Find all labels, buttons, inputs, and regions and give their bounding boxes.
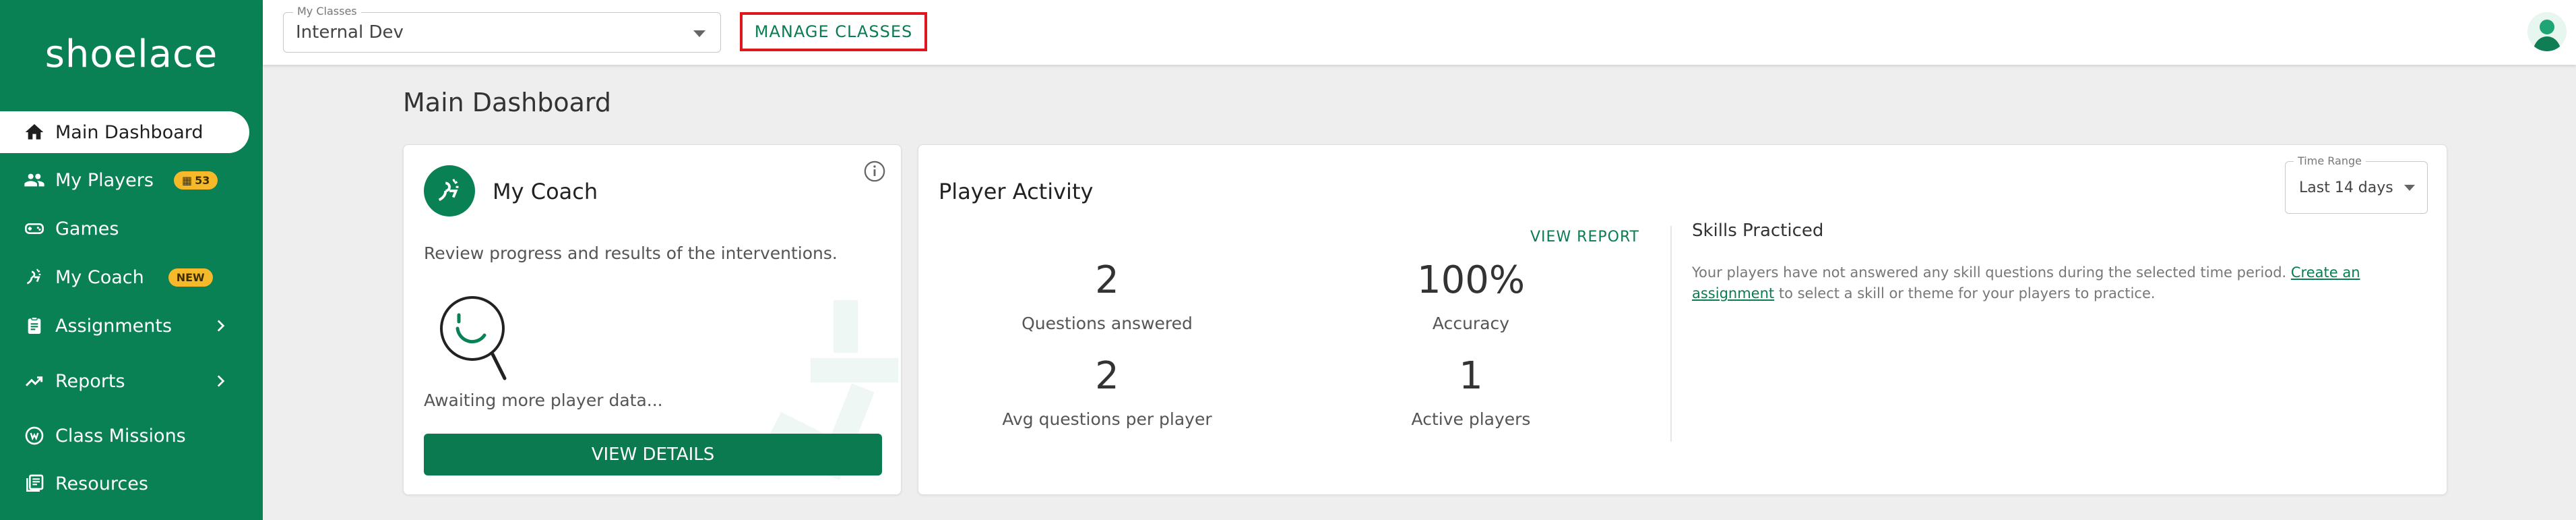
chevron-right-icon <box>217 320 225 332</box>
coach-logo-icon <box>424 165 475 216</box>
sidebar-item-reports[interactable]: Reports <box>0 360 249 402</box>
gamepad-icon <box>23 217 46 240</box>
players-icon <box>23 169 46 192</box>
stat-label: Active players <box>1411 409 1531 429</box>
mission-icon <box>23 424 46 447</box>
sidebar-item-games[interactable]: Games <box>0 208 249 250</box>
time-range-legend: Time Range <box>2294 154 2366 167</box>
coach-icon <box>23 266 46 289</box>
sidebar-item-resources[interactable]: Resources <box>0 463 249 504</box>
coach-status-text: Awaiting more player data... <box>424 391 663 410</box>
class-select-legend: My Classes <box>293 5 361 18</box>
stat-label: Accuracy <box>1432 314 1510 333</box>
stat-value: 2 <box>1095 354 1119 398</box>
trending-up-icon <box>23 370 46 393</box>
sidebar-item-label: Assignments <box>55 315 172 337</box>
players-count: 53 <box>195 173 210 187</box>
gift-icon: ▦ <box>181 173 193 187</box>
page-title: Main Dashboard <box>403 88 611 117</box>
manage-classes-button[interactable]: MANAGE CLASSES <box>740 12 927 51</box>
sidebar-item-label: My Players <box>55 169 154 191</box>
chevron-right-icon <box>217 375 225 387</box>
sidebar-item-my-players[interactable]: My Players ▦ 53 <box>0 159 249 201</box>
stat-value: 100% <box>1416 258 1526 302</box>
view-details-button[interactable]: VIEW DETAILS <box>424 434 882 475</box>
sidebar-item-main-dashboard[interactable]: Main Dashboard <box>0 111 249 153</box>
skills-text-before: Your players have not answered any skill… <box>1692 264 2291 281</box>
coach-card-description: Review progress and results of the inter… <box>424 243 838 263</box>
class-select-value: Internal Dev <box>296 22 404 42</box>
avatar[interactable] <box>2527 12 2567 51</box>
sidebar-item-label: Class Missions <box>55 425 186 446</box>
stat-label: Questions answered <box>1022 314 1193 333</box>
shoelace-logo[interactable]: shoelace <box>40 20 222 88</box>
library-icon <box>23 472 46 495</box>
time-range-select[interactable]: Time Range Last 14 days <box>2285 154 2428 214</box>
sidebar-item-label: Reports <box>55 370 125 392</box>
topbar: My Classes Internal Dev MANAGE CLASSES <box>263 0 2576 65</box>
sidebar-item-label: Main Dashboard <box>55 121 203 143</box>
players-count-badge: ▦ 53 <box>173 171 218 190</box>
sidebar-item-label: Games <box>55 218 119 239</box>
dropdown-arrow-icon <box>693 30 705 37</box>
clipboard-icon <box>23 314 46 337</box>
new-badge: NEW <box>168 268 213 287</box>
skills-text-after: to select a skill or theme for your play… <box>1774 285 2156 301</box>
time-range-value: Last 14 days <box>2299 179 2393 196</box>
info-icon[interactable] <box>863 160 886 183</box>
logo-text: shoelace <box>44 32 218 76</box>
sidebar: shoelace Main Dashboard My Players ▦ 53 … <box>0 0 263 520</box>
player-activity-card: Player Activity Time Range Last 14 days … <box>918 144 2447 495</box>
coach-card-title: My Coach <box>493 179 598 204</box>
sidebar-item-assignments[interactable]: Assignments <box>0 305 249 347</box>
sidebar-item-my-coach[interactable]: My Coach NEW <box>0 256 249 298</box>
my-coach-card: My Coach Review progress and results of … <box>403 144 902 495</box>
sidebar-item-label: Resources <box>55 473 148 494</box>
activity-card-title: Player Activity <box>939 179 1094 204</box>
section-divider <box>1670 226 1672 442</box>
stat-label: Avg questions per player <box>1002 409 1212 429</box>
home-icon <box>23 121 46 144</box>
dropdown-arrow-icon <box>2404 185 2415 191</box>
stat-value: 2 <box>1095 258 1119 302</box>
magnifier-icon <box>440 296 507 380</box>
skills-practiced-title: Skills Practiced <box>1692 221 1824 241</box>
skills-practiced-message: Your players have not answered any skill… <box>1692 262 2393 304</box>
sidebar-item-class-missions[interactable]: Class Missions <box>0 415 249 457</box>
view-report-link[interactable]: VIEW REPORT <box>1530 229 1639 245</box>
class-select[interactable]: My Classes Internal Dev <box>283 5 721 53</box>
sidebar-item-label: My Coach <box>55 266 144 288</box>
stat-value: 1 <box>1459 354 1483 398</box>
